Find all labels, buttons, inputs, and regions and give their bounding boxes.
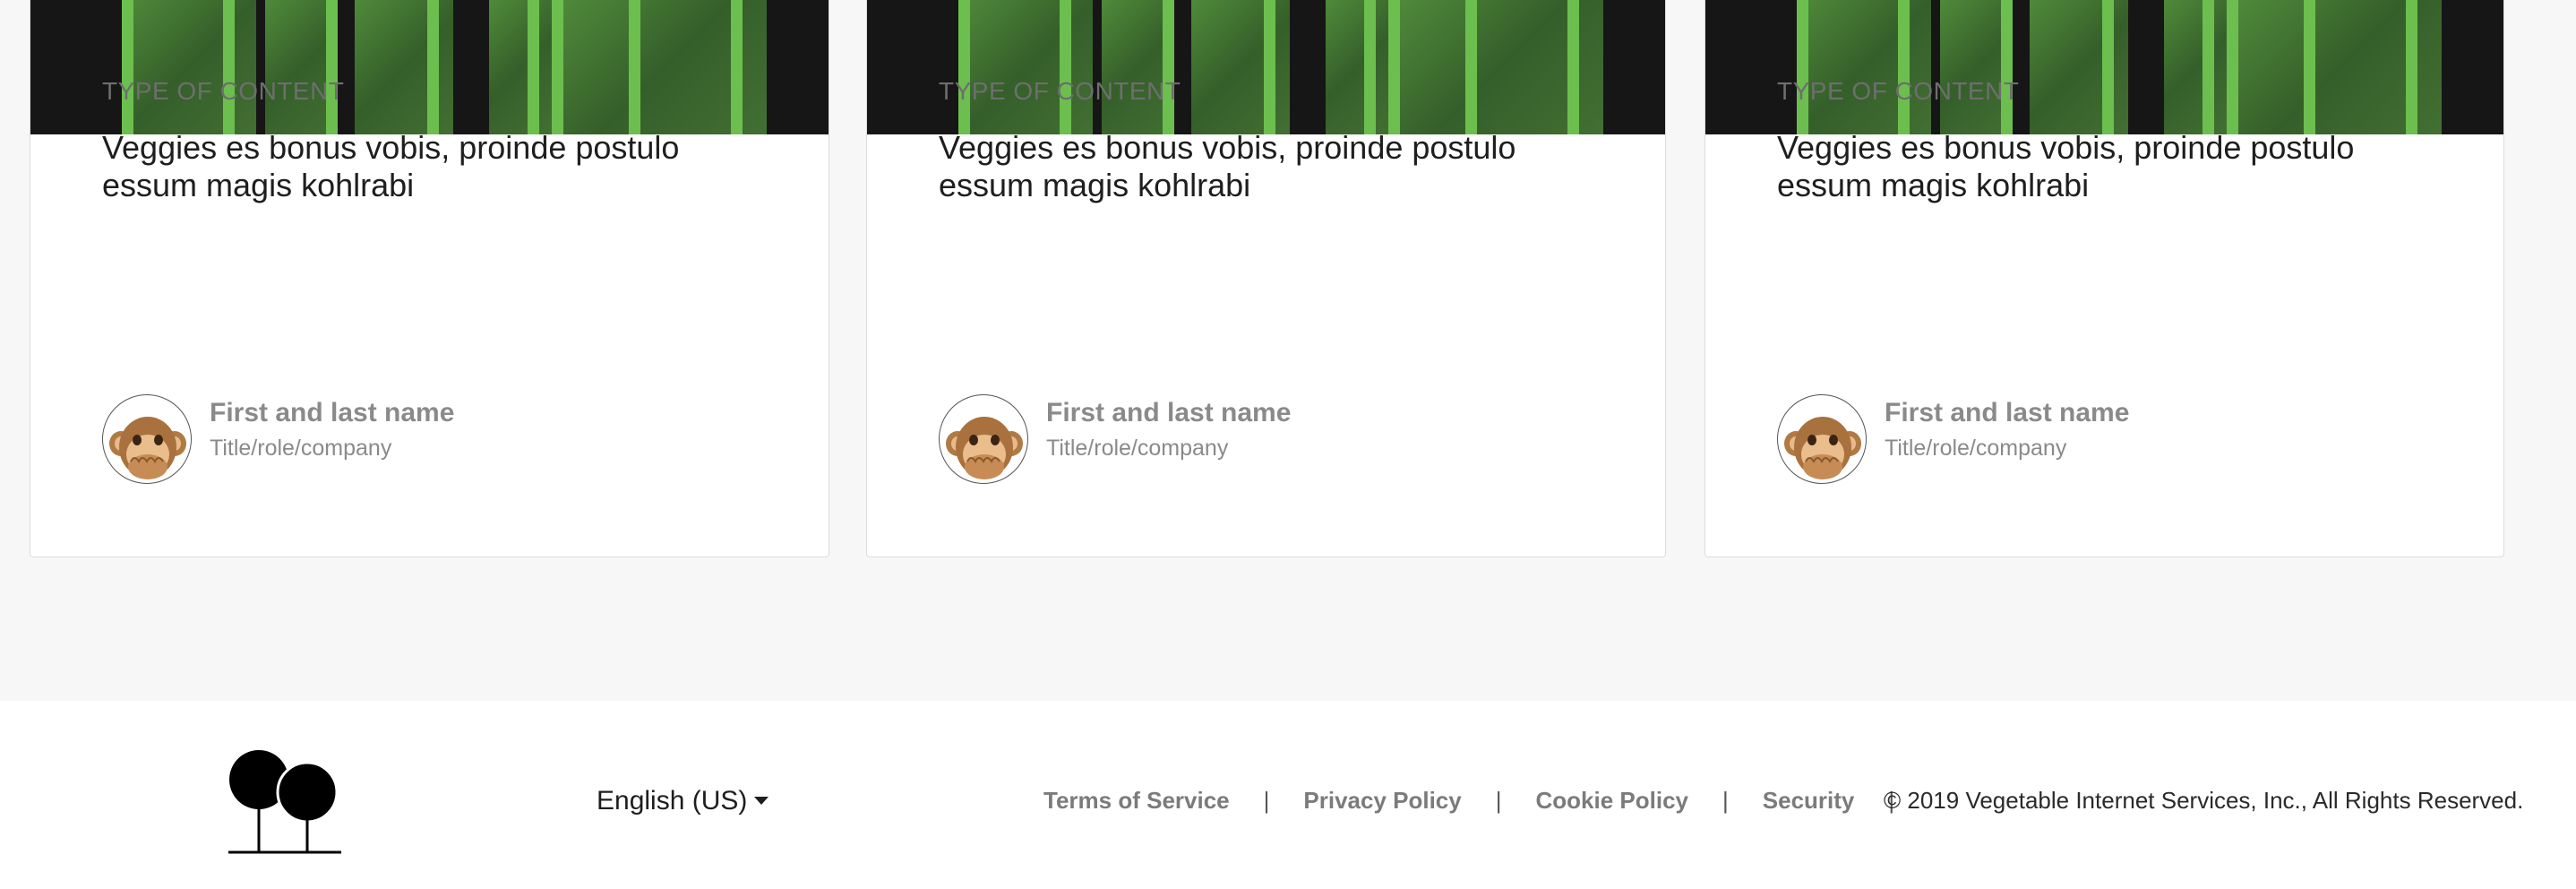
author-title: Title/role/company — [1885, 436, 2067, 461]
card-headline[interactable]: Veggies es bonus vobis, proinde postulo … — [102, 129, 729, 204]
link-separator: | — [1263, 787, 1270, 814]
card-headline[interactable]: Veggies es bonus vobis, proinde postulo … — [1777, 129, 2404, 204]
content-type-label: TYPE OF CONTENT — [939, 77, 1181, 105]
content-card-grid: TYPE OF CONTENT Veggies es bonus vobis, … — [0, 0, 2576, 701]
card-banner-image — [867, 0, 1665, 134]
terms-of-service-link[interactable]: Terms of Service — [1043, 787, 1230, 814]
author-block: First and last name Title/role/company — [102, 394, 783, 484]
content-card[interactable]: TYPE OF CONTENT Veggies es bonus vobis, … — [1704, 0, 2504, 557]
site-footer: English (US) Terms of Service | Privacy Po… — [0, 701, 2576, 889]
content-type-label: TYPE OF CONTENT — [102, 77, 345, 105]
security-link[interactable]: Security — [1763, 787, 1855, 814]
avatar — [102, 394, 192, 484]
author-title: Title/role/company — [1046, 436, 1229, 461]
two-trees-logo-icon[interactable] — [228, 749, 341, 857]
caret-down-icon — [754, 797, 769, 805]
language-selector[interactable]: English (US) — [597, 786, 769, 816]
card-headline[interactable]: Veggies es bonus vobis, proinde postulo … — [939, 129, 1566, 204]
link-separator: | — [1495, 787, 1502, 814]
copyright-text: © 2019 Vegetable Internet Services, Inc.… — [1884, 787, 2524, 814]
author-block: First and last name Title/role/company — [939, 394, 1619, 484]
card-banner-image — [1705, 0, 2503, 134]
content-card[interactable]: TYPE OF CONTENT Veggies es bonus vobis, … — [30, 0, 829, 557]
avatar — [1777, 394, 1867, 484]
author-title: Title/role/company — [210, 436, 392, 461]
content-type-label: TYPE OF CONTENT — [1777, 77, 2020, 105]
author-name: First and last name — [1046, 398, 1292, 427]
card-banner-image — [30, 0, 829, 134]
author-name: First and last name — [1885, 398, 2130, 427]
author-name: First and last name — [210, 398, 455, 427]
content-card[interactable]: TYPE OF CONTENT Veggies es bonus vobis, … — [866, 0, 1666, 557]
avatar — [939, 394, 1028, 484]
link-separator: | — [1722, 787, 1729, 814]
author-block: First and last name Title/role/company — [1777, 394, 2458, 484]
privacy-policy-link[interactable]: Privacy Policy — [1303, 787, 1461, 814]
footer-links: Terms of Service | Privacy Policy | Cookie P… — [1043, 787, 1928, 815]
cookie-policy-link[interactable]: Cookie Policy — [1536, 787, 1689, 814]
language-label: English (US) — [597, 786, 748, 816]
